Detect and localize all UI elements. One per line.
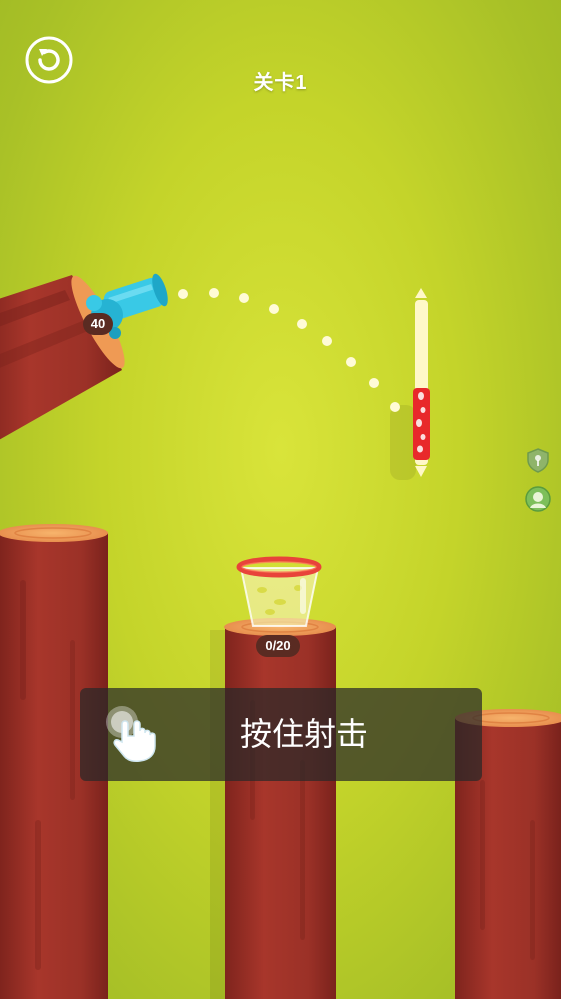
game-scene [0,273,561,999]
target-cup [236,556,322,627]
shield-icon[interactable] [525,447,551,473]
level-label: 关卡1 [253,72,308,94]
ammo-count-badge: 40 [83,313,113,335]
cup-fill-counter: 0/20 [256,635,300,657]
tap-hand-icon [100,702,164,766]
tutorial-overlay[interactable]: 按住射击 [80,688,482,781]
power-meter [413,288,430,477]
trajectory-dots [178,288,400,412]
middle-log [224,618,336,999]
meter-shadow [390,405,416,480]
hold-to-shoot-text: 按住射击 [240,716,369,752]
avatar-icon[interactable] [525,486,551,512]
